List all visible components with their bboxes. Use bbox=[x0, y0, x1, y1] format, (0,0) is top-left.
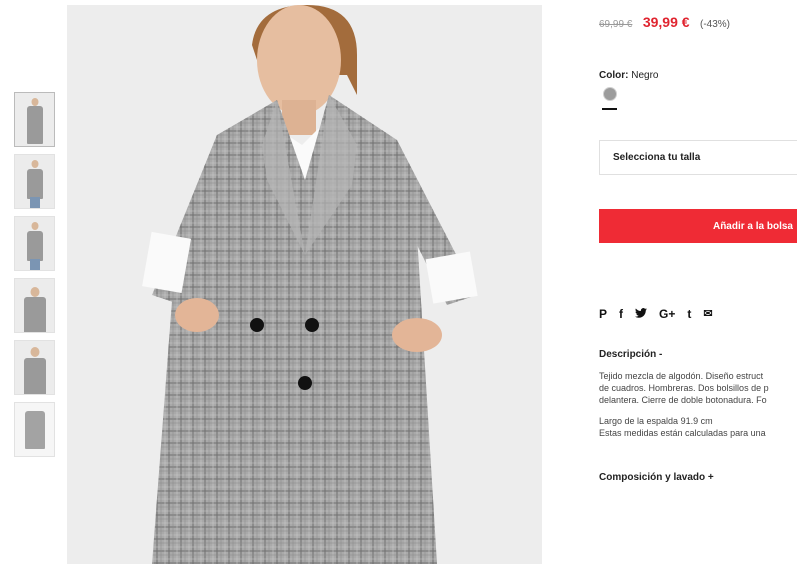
thumbnail-3[interactable] bbox=[14, 216, 55, 271]
description-body: Tejido mezcla de algodón. Diseño estruct… bbox=[599, 370, 769, 439]
twitter-bird-shape bbox=[635, 308, 648, 318]
description-line: delantera. Cierre de doble botonadura. F… bbox=[599, 395, 767, 405]
thumbnail-head bbox=[30, 347, 39, 357]
thumbnail-legs bbox=[29, 259, 40, 270]
thumbnail-6[interactable] bbox=[14, 402, 55, 457]
email-icon[interactable]: ✉ bbox=[703, 307, 712, 321]
thumbnail-head bbox=[31, 222, 38, 230]
add-to-bag-button[interactable]: Añadir a la bolsa bbox=[599, 209, 797, 243]
thumbnail-legs bbox=[29, 197, 40, 208]
facebook-icon[interactable]: f bbox=[619, 307, 623, 321]
thumbnail-4[interactable] bbox=[14, 278, 55, 333]
description-line: Tejido mezcla de algodón. Diseño estruct bbox=[599, 371, 764, 381]
color-label-key: Color: bbox=[599, 70, 629, 81]
thumbnail-blazer bbox=[23, 297, 46, 332]
share-bar: P f G+ t ✉ bbox=[599, 307, 713, 321]
sale-price: 39,99 € bbox=[642, 14, 690, 30]
tumblr-icon[interactable]: t bbox=[687, 307, 691, 321]
description-line: de cuadros. Hombreras. Dos bolsillos de … bbox=[599, 383, 769, 393]
thumbnail-blazer bbox=[26, 106, 43, 144]
twitter-icon[interactable] bbox=[635, 307, 648, 321]
main-product-image bbox=[67, 5, 542, 564]
measure-line: Estas medidas están calculadas para una bbox=[599, 428, 766, 438]
measure-line: Largo de la espalda 91.9 cm bbox=[599, 416, 713, 426]
pinterest-icon[interactable]: P bbox=[599, 307, 607, 321]
thumbnail-head bbox=[31, 98, 38, 106]
thumbnail-gallery bbox=[14, 92, 56, 464]
color-swatch[interactable] bbox=[603, 87, 617, 101]
selected-swatch-indicator bbox=[602, 108, 617, 110]
thumbnail-head bbox=[30, 287, 39, 297]
color-label: Color: Negro bbox=[599, 70, 658, 81]
composition-toggle[interactable]: Composición y lavado + bbox=[599, 472, 714, 483]
thumbnail-1[interactable] bbox=[14, 92, 55, 147]
price-row: 69,99 € 39,99 € (-43%) bbox=[599, 14, 730, 32]
thumbnail-blazer bbox=[23, 358, 46, 394]
thumbnail-2[interactable] bbox=[14, 154, 55, 209]
description-toggle[interactable]: Descripción - bbox=[599, 349, 662, 360]
old-price: 69,99 € bbox=[599, 19, 633, 30]
discount-badge: (-43%) bbox=[700, 19, 731, 30]
thumbnail-blazer bbox=[26, 169, 43, 199]
model-illustration bbox=[67, 5, 542, 564]
thumbnail-5[interactable] bbox=[14, 340, 55, 395]
product-panel: 69,99 € 39,99 € (-43%) Color: Negro Sele… bbox=[599, 0, 797, 564]
thumbnail-blazer bbox=[26, 231, 43, 261]
size-select-label: Selecciona tu talla bbox=[613, 152, 701, 163]
google-plus-icon[interactable]: G+ bbox=[659, 307, 675, 321]
thumbnail-blazer bbox=[24, 411, 45, 449]
thumbnail-head bbox=[31, 160, 38, 168]
color-value: Negro bbox=[631, 70, 659, 81]
size-select[interactable]: Selecciona tu talla bbox=[599, 140, 797, 175]
